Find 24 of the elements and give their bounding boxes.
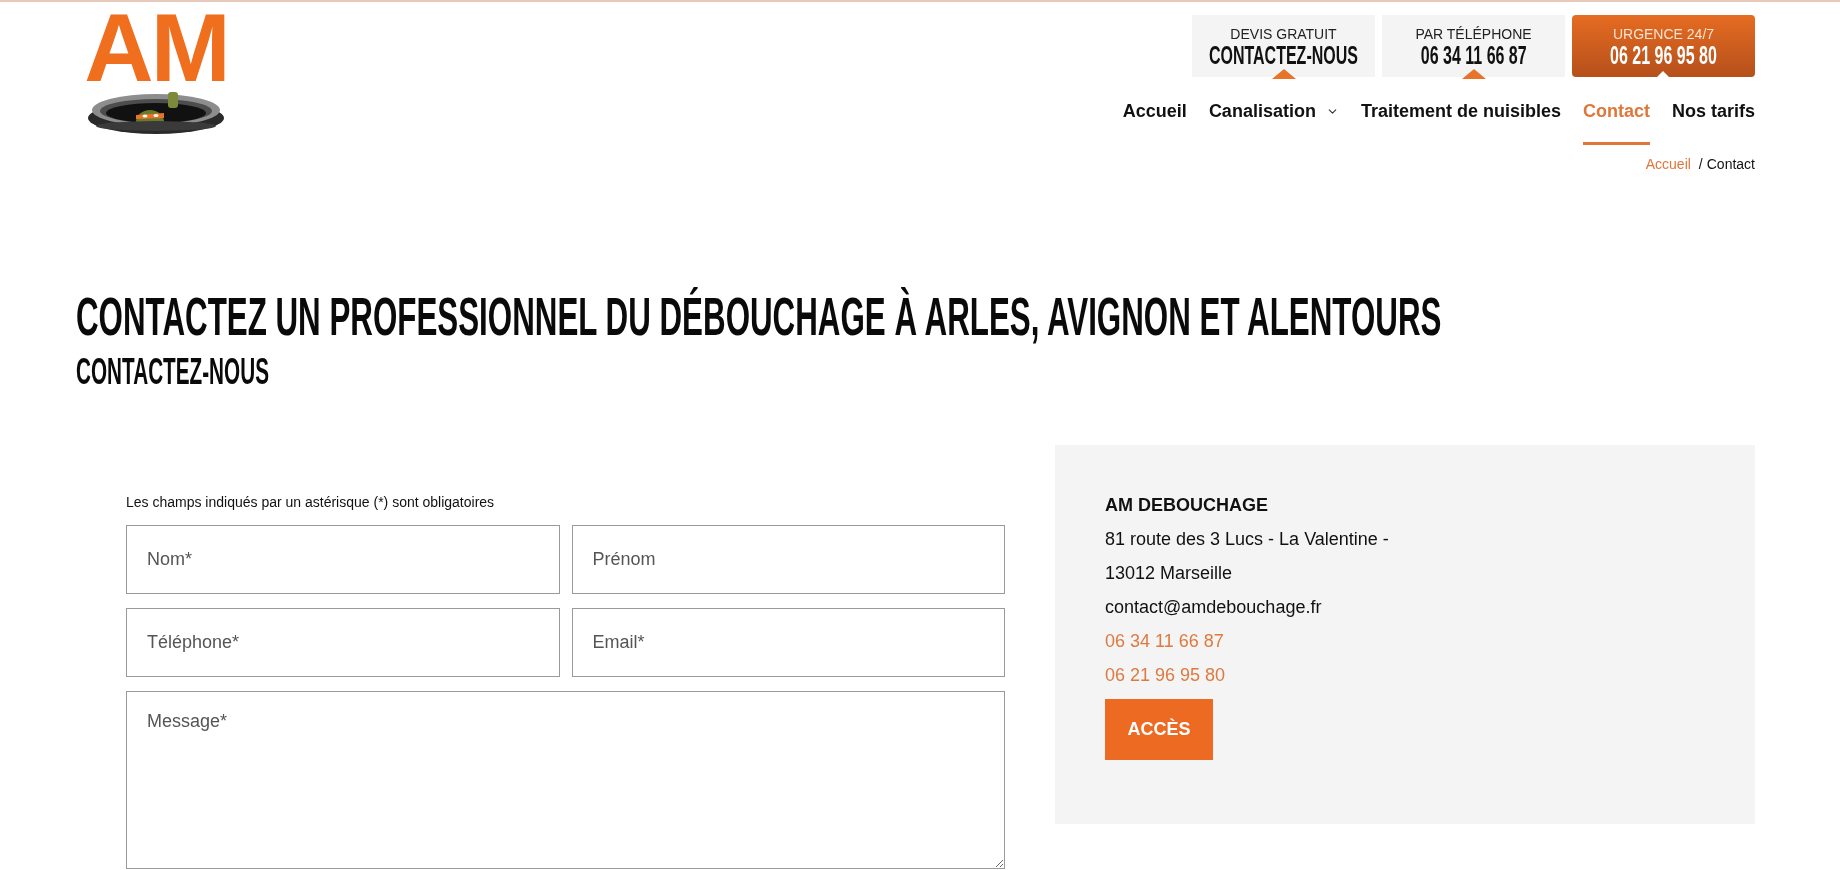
input-field[interactable]: Email* <box>571 608 1005 677</box>
breadcrumb-current: Contact <box>1706 155 1755 173</box>
input-field[interactable]: Téléphone* <box>126 608 560 677</box>
page-heading: CONTACTEZ UN PROFESSIONNEL DU DÉBOUCHAGE À ARLES, AVIGNON ET ALENTOURS <box>76 289 1442 343</box>
required-fields-note: Les champs indiqués par un astérisque (*) sont obligatoires <box>126 494 495 510</box>
header-contact-button[interactable]: URGENCE 24/7 06 21 96 95 80 <box>1572 15 1755 77</box>
header-contact-button[interactable]: DEVIS GRATUIT CONTACTEZ-NOUS <box>1192 15 1375 77</box>
pointer-icon <box>1462 69 1486 79</box>
nav-link[interactable]: Accueil <box>1122 100 1187 145</box>
pointer-icon <box>1657 71 1669 77</box>
address-line: 81 route des 3 Lucs - La Valentine - <box>1105 529 1389 549</box>
email-link[interactable]: contact@amdebouchage.fr <box>1105 597 1322 617</box>
address-line: 13012 Marseille <box>1105 563 1233 583</box>
input-field[interactable]: Nom* <box>126 525 560 594</box>
input-field[interactable]: Prénom <box>571 525 1005 594</box>
message-field[interactable]: Message* <box>126 691 1005 869</box>
breadcrumb-separator: / <box>1698 155 1703 173</box>
nav-link[interactable]: Traitement de nuisibles <box>1360 100 1561 145</box>
pointer-icon <box>1272 69 1296 79</box>
company-name: AM DEBOUCHAGE <box>1105 495 1268 515</box>
header-contact-button[interactable]: PAR TÉLÉPHONE 06 34 11 66 87 <box>1382 15 1565 77</box>
nav-link[interactable]: Nos tarifs <box>1671 100 1755 145</box>
page-subheading: CONTACTEZ-NOUS <box>76 353 269 390</box>
nav-link[interactable]: Canalisation <box>1208 100 1339 145</box>
